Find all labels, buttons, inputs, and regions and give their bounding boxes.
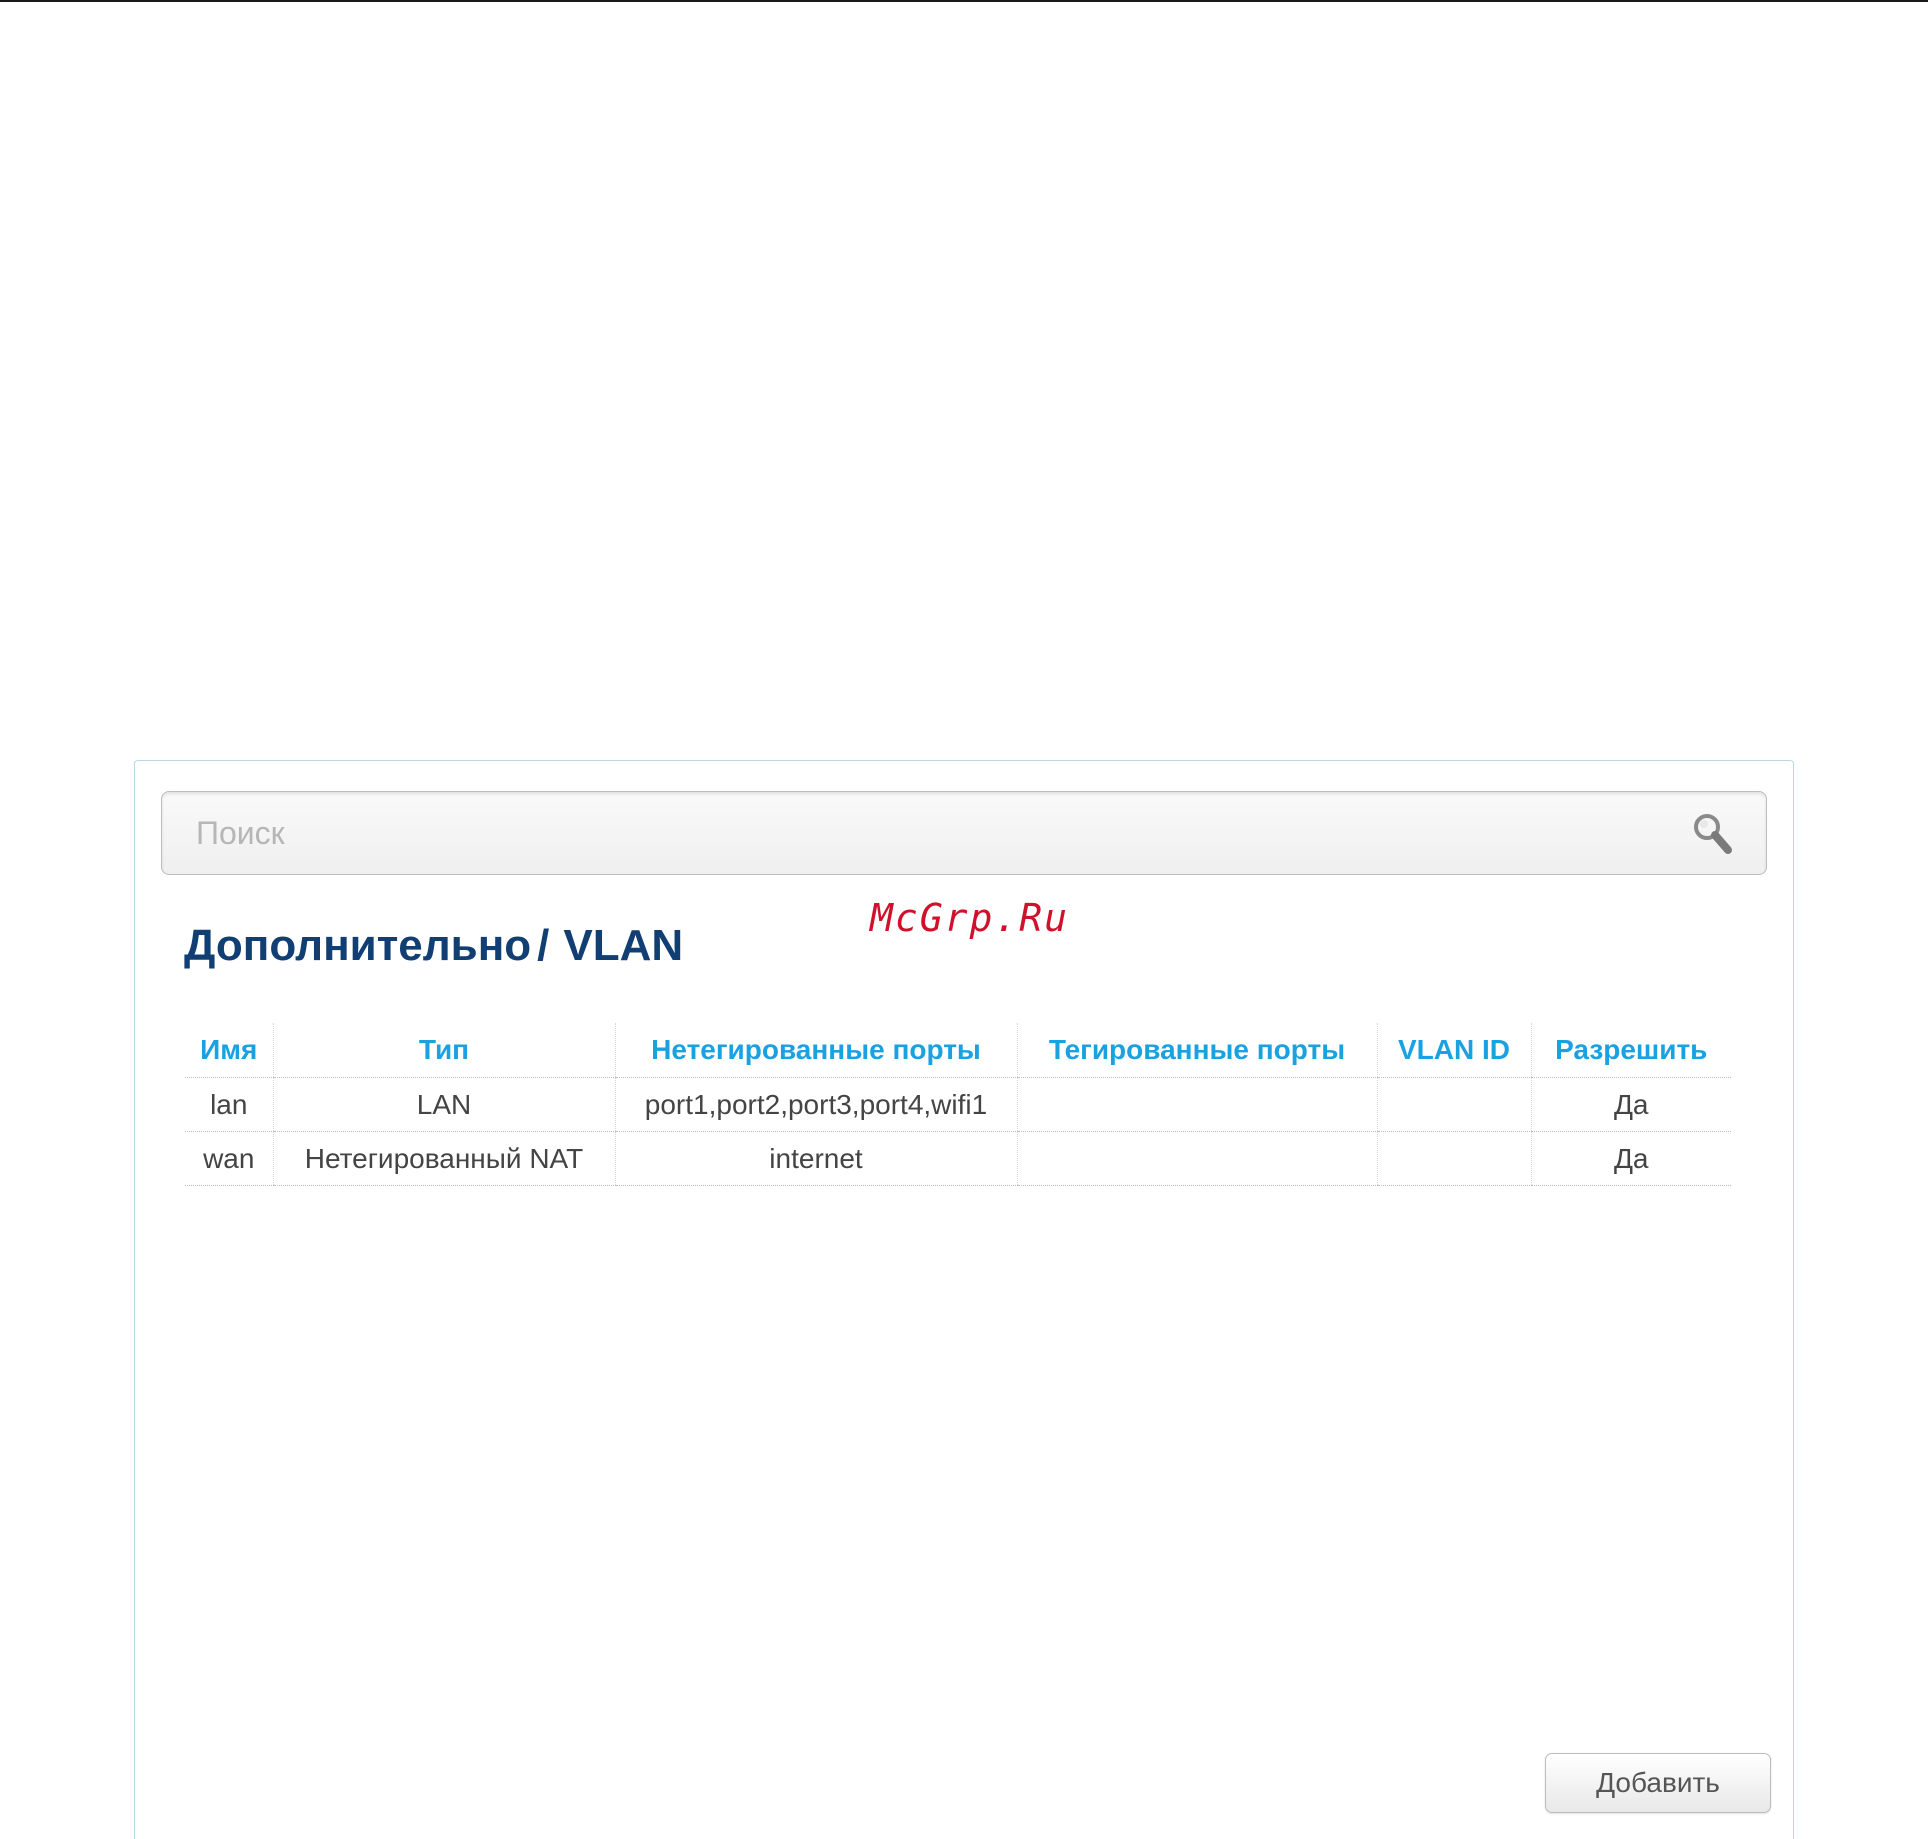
cell-tagged-ports	[1016, 1077, 1377, 1132]
search-icon[interactable]	[1692, 812, 1734, 858]
column-header-name[interactable]: Имя	[185, 1023, 273, 1078]
cell-vlan-id	[1376, 1077, 1531, 1132]
cell-enabled: Да	[1530, 1077, 1731, 1132]
cell-name: lan	[185, 1077, 273, 1132]
breadcrumb-page: VLAN	[563, 921, 684, 970]
cell-untagged-ports: port1,port2,port3,port4,wifi1	[614, 1077, 1017, 1132]
column-header-vlan-id[interactable]: VLAN ID	[1376, 1023, 1531, 1078]
table-row[interactable]: wan Нетегированный NAT internet Да	[185, 1131, 1731, 1186]
column-header-untagged-ports[interactable]: Нетегированные порты	[614, 1023, 1017, 1078]
column-header-type[interactable]: Тип	[272, 1023, 615, 1078]
column-header-enabled[interactable]: Разрешить	[1530, 1023, 1731, 1078]
breadcrumb-section: Дополнительно	[184, 921, 532, 970]
table-header-row: Имя Тип Нетегированные порты Тегированны…	[185, 1023, 1731, 1078]
cell-type: LAN	[272, 1077, 615, 1132]
page-title: Дополнительно / VLAN	[184, 921, 683, 971]
cell-name: wan	[185, 1131, 273, 1186]
cell-vlan-id	[1376, 1131, 1531, 1186]
vlan-table: Имя Тип Нетегированные порты Тегированны…	[185, 1023, 1731, 1186]
watermark-text: McGrp.Ru	[870, 896, 1070, 940]
column-header-tagged-ports[interactable]: Тегированные порты	[1016, 1023, 1377, 1078]
top-rule	[0, 0, 1928, 2]
cell-untagged-ports: internet	[614, 1131, 1017, 1186]
search-box[interactable]	[161, 791, 1767, 875]
cell-enabled: Да	[1530, 1131, 1731, 1186]
table-row[interactable]: lan LAN port1,port2,port3,port4,wifi1 Да	[185, 1077, 1731, 1132]
add-button[interactable]: Добавить	[1545, 1753, 1771, 1813]
cell-type: Нетегированный NAT	[272, 1131, 615, 1186]
search-input[interactable]	[196, 792, 1656, 874]
cell-tagged-ports	[1016, 1131, 1377, 1186]
breadcrumb-separator: /	[537, 921, 550, 970]
